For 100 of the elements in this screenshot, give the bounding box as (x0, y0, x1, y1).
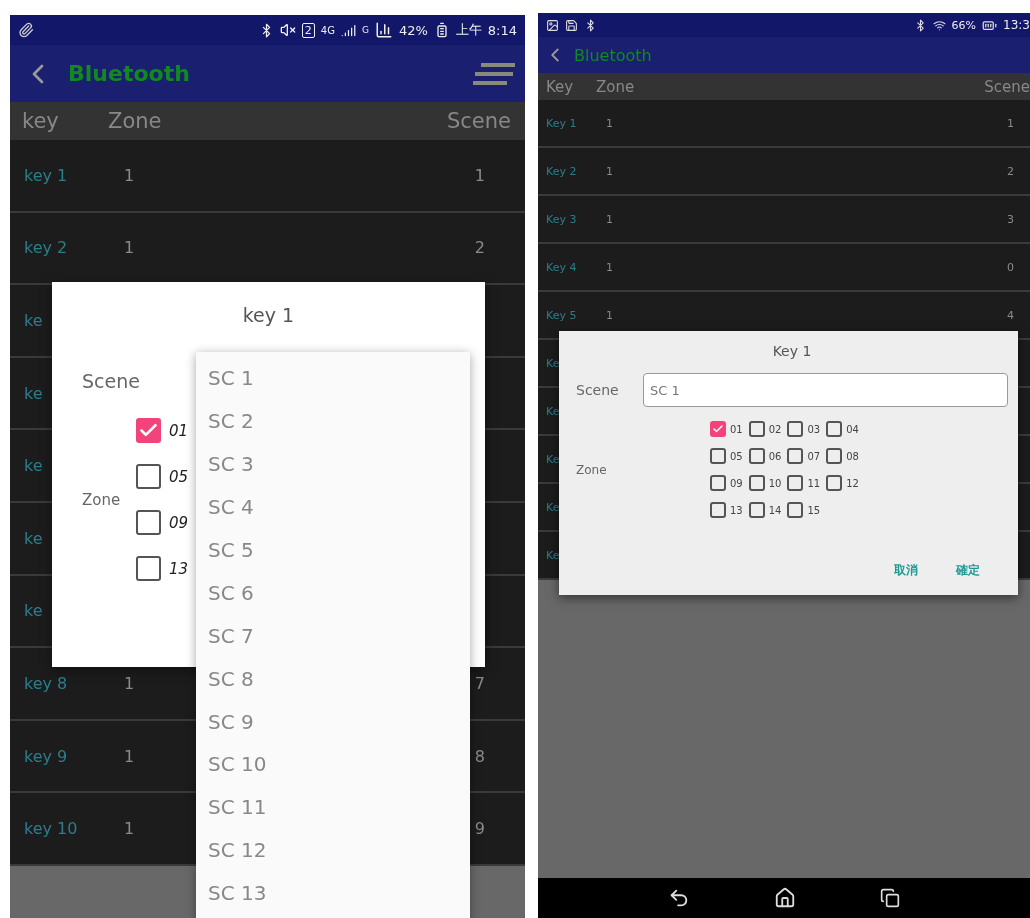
checkbox[interactable] (787, 502, 804, 518)
zone-cell: 1 (124, 819, 135, 839)
checkbox[interactable] (136, 510, 161, 535)
dropdown-item[interactable]: SC 3 (196, 442, 470, 486)
dropdown-item[interactable]: SC 9 (196, 700, 470, 743)
zone-option-label: 01 (169, 421, 189, 440)
checkbox[interactable] (748, 475, 765, 491)
scene-cell: 1 (1007, 116, 1014, 130)
key-cell-text: Key 4 (546, 260, 578, 274)
dialog-button[interactable]: 確定 (954, 560, 982, 581)
zone-option-label: 11 (807, 477, 821, 489)
checkbox[interactable] (787, 421, 804, 437)
scene-cell: 0 (1007, 260, 1014, 274)
home-icon[interactable] (774, 887, 796, 909)
dropdown-item[interactable]: SC 1 (196, 357, 470, 400)
mute-icon (279, 22, 296, 38)
scene-cell: 2 (1007, 164, 1014, 178)
network-type: 4G (320, 24, 335, 36)
key-cell-text: Ke (546, 548, 561, 562)
checkbox[interactable] (748, 502, 765, 518)
dropdown-item[interactable]: SC 2 (196, 399, 470, 443)
checkbox[interactable] (826, 421, 843, 437)
zone-option-label: 05 (730, 450, 743, 462)
dropdown-item[interactable]: SC 11 (196, 785, 470, 829)
dialog-button[interactable]: 取消 (892, 560, 920, 581)
check-icon (712, 423, 724, 435)
zone-label: Zone (576, 462, 608, 477)
clock-time: 8:14 (487, 22, 517, 38)
checkbox[interactable] (136, 464, 161, 489)
key-cell-text: Key 3 (546, 212, 578, 226)
key-cell-text: key 9 (24, 746, 69, 766)
checkbox[interactable] (826, 475, 843, 491)
checkbox[interactable] (710, 475, 726, 491)
signal-icon (340, 22, 356, 38)
image-icon (546, 18, 559, 32)
key-cell-text: Key 2 (546, 164, 578, 178)
table-row[interactable]: key 2 1 2 (10, 212, 525, 286)
zone-cell: 1 (124, 165, 135, 185)
dropdown-item[interactable]: SC 8 (196, 657, 470, 701)
wifi-icon (932, 18, 946, 32)
checkbox[interactable] (710, 421, 726, 437)
checkbox[interactable] (710, 448, 726, 464)
dropdown-item[interactable]: SC 4 (196, 485, 470, 529)
checkbox[interactable] (787, 475, 804, 491)
clock-time: 13:3 (1003, 18, 1030, 32)
zone-option-label: 01 (730, 423, 743, 435)
save-icon (565, 18, 578, 32)
zone-cell: 1 (606, 116, 613, 130)
scene-label: Scene (576, 382, 620, 398)
dropdown-item[interactable]: SC 7 (196, 614, 470, 658)
app-title: Bluetooth (574, 45, 652, 65)
key-cell-text: Ke (546, 404, 561, 418)
scene-label: Scene (82, 370, 140, 392)
zone-option-label: 04 (846, 423, 859, 435)
checkbox[interactable] (748, 448, 765, 464)
scene-cell: 3 (1007, 212, 1014, 226)
key-cell-text: ke (24, 456, 44, 476)
zone-cell: 1 (606, 212, 613, 226)
checkbox[interactable] (787, 448, 804, 464)
app-title: Bluetooth (68, 61, 190, 86)
key-cell-text: Ke (546, 452, 561, 466)
table-row[interactable]: Key 1 1 1 (538, 100, 1030, 148)
dropdown-item[interactable]: SC 13 (196, 871, 470, 915)
battery-percent: 66% (951, 18, 977, 32)
zone-cell: 1 (606, 164, 613, 178)
menu-icon[interactable] (473, 60, 515, 87)
dropdown-item[interactable]: SC 10 (196, 743, 470, 786)
zone-option-label: 03 (807, 423, 821, 435)
roaming-type: G (361, 25, 369, 35)
zone-option-label: 02 (768, 423, 782, 435)
scene-cell: 2 (474, 238, 485, 258)
table-row[interactable]: Key 2 1 2 (538, 148, 1030, 196)
table-row[interactable]: Key 3 1 3 (538, 196, 1030, 244)
recents-icon[interactable] (880, 888, 900, 908)
checkbox[interactable] (710, 502, 726, 518)
sim-badge: 2 (301, 22, 315, 38)
table-row[interactable]: Key 4 1 0 (538, 244, 1030, 292)
zone-option-label: 09 (169, 513, 189, 532)
checkbox[interactable] (826, 448, 843, 464)
dropdown-item[interactable]: SC 6 (196, 571, 470, 615)
back-icon[interactable] (668, 887, 690, 909)
time-period: 上午 (455, 21, 482, 39)
checkbox[interactable] (748, 421, 765, 437)
dropdown-item[interactable]: SC 12 (196, 828, 470, 872)
zone-option-label: 13 (169, 559, 189, 578)
key-cell-text: ke (24, 311, 44, 330)
battery-percent: 42% (398, 22, 428, 38)
bluetooth-icon (584, 18, 597, 32)
zone-option-label: 06 (768, 450, 782, 462)
zone-option-label: 07 (807, 450, 821, 462)
column-header: Zone (596, 77, 635, 96)
zone-option-label: 09 (730, 477, 743, 489)
table-row[interactable]: key 1 1 1 (10, 140, 525, 213)
zone-cell: 1 (124, 673, 135, 693)
checkbox[interactable] (136, 556, 161, 581)
scene-cell: 9 (474, 819, 485, 839)
checkbox[interactable] (136, 418, 161, 443)
dropdown-item[interactable]: SC 5 (196, 528, 470, 572)
scene-field[interactable]: SC 1 (643, 373, 1008, 407)
scene-cell: 8 (474, 746, 485, 766)
